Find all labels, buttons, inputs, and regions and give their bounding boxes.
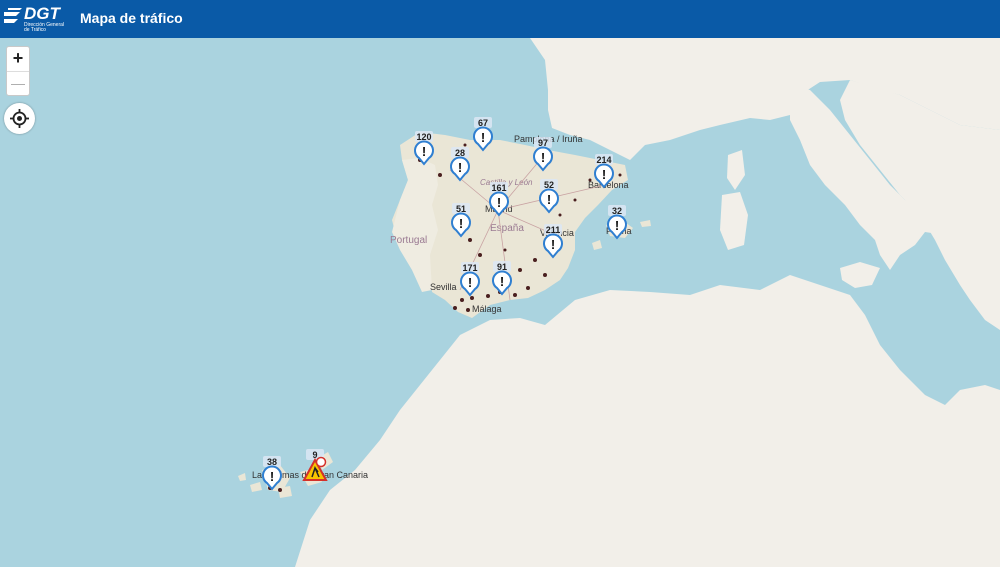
label-portugal: Portugal (390, 235, 427, 246)
cluster-count: 211 (546, 225, 561, 235)
logo-text: DGT (24, 4, 60, 23)
locate-button[interactable] (4, 103, 35, 134)
cluster-count: 38 (267, 457, 277, 467)
exclamation-icon: ! (458, 160, 462, 175)
exclamation-icon: ! (422, 144, 426, 159)
alert-badge-icon (315, 456, 327, 468)
zoom-in-button[interactable]: + (7, 47, 29, 72)
exclamation-icon: ! (500, 274, 504, 289)
exclamation-icon: ! (270, 469, 274, 484)
exclamation-icon: ! (459, 216, 463, 231)
cluster-count: 67 (478, 118, 488, 128)
exclamation-icon: ! (602, 167, 606, 182)
cluster-count: 214 (596, 155, 611, 165)
cluster-count: 51 (456, 204, 466, 214)
exclamation-icon: ! (497, 195, 501, 210)
cluster-count: 171 (462, 263, 477, 273)
cluster-count: 32 (612, 206, 622, 216)
cluster-count: 52 (544, 180, 554, 190)
traffic-map[interactable]: Portugal España Sevilla Málaga Madrid Pa… (0, 38, 1000, 567)
exclamation-icon: ! (541, 150, 545, 165)
cluster-count: 28 (455, 148, 465, 158)
cluster-count: 97 (538, 138, 548, 148)
exclamation-icon: ! (468, 275, 472, 290)
exclamation-icon: ! (547, 192, 551, 207)
dgt-logo[interactable]: DGT Dirección General de Tráfico (2, 4, 64, 34)
cluster-count: 161 (491, 183, 506, 193)
logo-subtitle: Dirección General de Tráfico (24, 22, 65, 33)
cluster-count: 91 (497, 262, 507, 272)
app-header: DGT Dirección General de Tráfico Mapa de… (0, 0, 1000, 38)
crosshair-icon (10, 109, 29, 128)
page-title: Mapa de tráfico (80, 10, 183, 26)
label-malaga: Málaga (472, 304, 502, 314)
label-sevilla: Sevilla (430, 282, 457, 292)
exclamation-icon: ! (481, 130, 485, 145)
zoom-out-button[interactable]: — (7, 72, 29, 96)
label-espana: España (490, 223, 524, 234)
exclamation-icon: ! (551, 237, 555, 252)
dgt-logo-icon (4, 8, 22, 23)
zoom-control: + — (6, 46, 30, 96)
exclamation-icon: ! (615, 218, 619, 233)
cluster-count: 120 (416, 132, 431, 142)
